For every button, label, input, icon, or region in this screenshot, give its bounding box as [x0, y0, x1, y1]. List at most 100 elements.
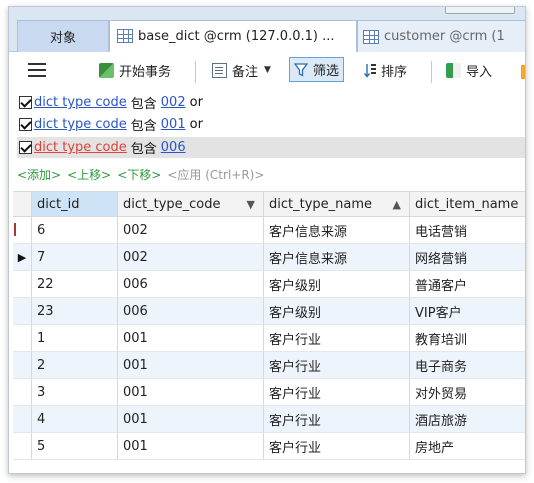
- table-cell[interactable]: 客户行业: [264, 406, 410, 432]
- table-cell[interactable]: 001: [118, 406, 264, 432]
- tab-customer-label: customer @crm (1: [384, 29, 505, 44]
- filter-operator[interactable]: 包含: [131, 115, 157, 134]
- row-selector[interactable]: [13, 271, 32, 297]
- table-cell[interactable]: 房地产: [410, 433, 525, 459]
- filter-connector[interactable]: or: [190, 95, 203, 110]
- tab-customer[interactable]: customer @crm (1: [357, 20, 525, 52]
- table-cell[interactable]: VIP客户: [410, 298, 525, 324]
- table-cell[interactable]: 4: [32, 406, 118, 432]
- table-cell[interactable]: 客户行业: [264, 352, 410, 378]
- table-cell[interactable]: 001: [118, 433, 264, 459]
- move-down-link[interactable]: <下移>: [117, 166, 161, 183]
- table-cell[interactable]: 客户信息来源: [264, 217, 410, 243]
- table-cell[interactable]: 普通客户: [410, 271, 525, 297]
- table-row[interactable]: 3 001 客户行业 对外贸易: [13, 379, 525, 406]
- tab-objects-label: 对象: [49, 31, 76, 46]
- sort-button[interactable]: 排序: [360, 58, 411, 82]
- row-selector[interactable]: ▶: [13, 244, 32, 270]
- filter-field-link[interactable]: dict type code: [34, 140, 127, 155]
- begin-transaction-icon: [99, 62, 114, 78]
- filter-operator[interactable]: 包含: [131, 138, 157, 157]
- table-cell[interactable]: 客户行业: [264, 433, 410, 459]
- table-cell[interactable]: 酒店旅游: [410, 406, 525, 432]
- column-header-dict-type-name[interactable]: dict_type_name ▲: [264, 192, 410, 216]
- row-selector[interactable]: [13, 298, 32, 324]
- table-cell[interactable]: 对外贸易: [410, 379, 525, 405]
- table-cell[interactable]: 2: [32, 352, 118, 378]
- chevron-down-icon: ▼: [264, 65, 271, 75]
- table-cell[interactable]: 001: [118, 325, 264, 351]
- tab-objects[interactable]: 对象: [17, 20, 109, 52]
- table-row[interactable]: 1 001 客户行业 教育培训: [13, 325, 525, 352]
- table-cell[interactable]: 电话营销: [410, 217, 525, 243]
- filter-value-link[interactable]: 002: [161, 95, 186, 110]
- table-cell[interactable]: 23: [32, 298, 118, 324]
- table-cell[interactable]: 客户行业: [264, 379, 410, 405]
- table-cell[interactable]: 电子商务: [410, 352, 525, 378]
- filter-checkbox[interactable]: [19, 118, 32, 131]
- sort-label: 排序: [381, 64, 408, 80]
- table-cell[interactable]: 5: [32, 433, 118, 459]
- tab-base-dict[interactable]: base_dict @crm (127.0.0.1) ...: [109, 20, 357, 52]
- row-selector[interactable]: [13, 379, 32, 405]
- filter-value-link[interactable]: 001: [161, 117, 186, 132]
- table-cell[interactable]: 22: [32, 271, 118, 297]
- table-row[interactable]: ▶ 7 002 客户信息来源 网络营销: [13, 244, 525, 271]
- table-row[interactable]: 22 006 客户级别 普通客户: [13, 271, 525, 298]
- move-up-link[interactable]: <上移>: [67, 166, 111, 183]
- table-cell[interactable]: 客户信息来源: [264, 244, 410, 270]
- filter-button[interactable]: 筛选: [289, 57, 345, 82]
- column-header-dict-item-name[interactable]: dict_item_name: [410, 192, 525, 216]
- note-button[interactable]: 备注 ▼: [208, 58, 275, 82]
- table-cell[interactable]: 7: [32, 244, 118, 270]
- filter-checkbox[interactable]: [19, 96, 32, 109]
- sort-icon: [364, 63, 376, 78]
- table-cell[interactable]: 006: [118, 271, 264, 297]
- menu-icon[interactable]: [28, 63, 46, 77]
- table-cell[interactable]: 3: [32, 379, 118, 405]
- row-selector[interactable]: [13, 433, 32, 459]
- table-cell[interactable]: 客户级别: [264, 271, 410, 297]
- row-marker: [14, 223, 16, 236]
- column-header-dict-type-code[interactable]: dict_type_code ▼: [118, 192, 264, 216]
- filter-value-link[interactable]: 006: [161, 140, 186, 155]
- filter-field-link[interactable]: dict type code: [34, 95, 127, 110]
- import-button[interactable]: 导入: [442, 58, 496, 82]
- table-row[interactable]: 4 001 客户行业 酒店旅游: [13, 406, 525, 433]
- row-selector[interactable]: [13, 352, 32, 378]
- add-filter-link[interactable]: <添加>: [17, 166, 61, 183]
- filter-field-link[interactable]: dict type code: [34, 117, 127, 132]
- table-cell[interactable]: 教育培训: [410, 325, 525, 351]
- filter-operator[interactable]: 包含: [131, 93, 157, 112]
- data-grid: dict_id dict_type_code ▼ dict_type_name ▲ …: [13, 191, 525, 460]
- table-cell[interactable]: 001: [118, 352, 264, 378]
- export-icon[interactable]: [521, 65, 525, 79]
- table-cell[interactable]: 001: [118, 379, 264, 405]
- filter-condition-row[interactable]: dict type code 包含 001 or: [19, 114, 203, 135]
- row-selector[interactable]: [13, 406, 32, 432]
- table-cell[interactable]: 网络营销: [410, 244, 525, 270]
- table-cell[interactable]: 002: [118, 217, 264, 243]
- table-cell[interactable]: 6: [32, 217, 118, 243]
- apply-filter-link[interactable]: <应用 (Ctrl+R)>: [167, 166, 264, 183]
- sort-ascending-icon[interactable]: ▲: [393, 198, 401, 211]
- table-cell[interactable]: 1: [32, 325, 118, 351]
- column-header-dict-id[interactable]: dict_id: [32, 192, 118, 216]
- table-cell[interactable]: 客户级别: [264, 298, 410, 324]
- filter-icon[interactable]: ▼: [247, 198, 255, 211]
- table-cell[interactable]: 006: [118, 298, 264, 324]
- table-row[interactable]: 6 002 客户信息来源 电话营销: [13, 217, 525, 244]
- begin-transaction-button[interactable]: 开始事务: [95, 58, 175, 82]
- table-row[interactable]: 2 001 客户行业 电子商务: [13, 352, 525, 379]
- filter-condition-row[interactable]: dict type code 包含 002 or: [19, 92, 203, 113]
- table-cell[interactable]: 002: [118, 244, 264, 270]
- column-header-label: dict_item_name: [415, 196, 519, 212]
- table-cell[interactable]: 客户行业: [264, 325, 410, 351]
- row-selector[interactable]: [13, 325, 32, 351]
- filter-connector[interactable]: or: [190, 117, 203, 132]
- table-row[interactable]: 23 006 客户级别 VIP客户: [13, 298, 525, 325]
- filter-checkbox[interactable]: [19, 141, 32, 154]
- filter-condition-row-active[interactable]: dict type code 包含 006: [17, 137, 525, 158]
- row-selector[interactable]: [13, 217, 32, 243]
- table-row[interactable]: 5 001 客户行业 房地产: [13, 433, 525, 460]
